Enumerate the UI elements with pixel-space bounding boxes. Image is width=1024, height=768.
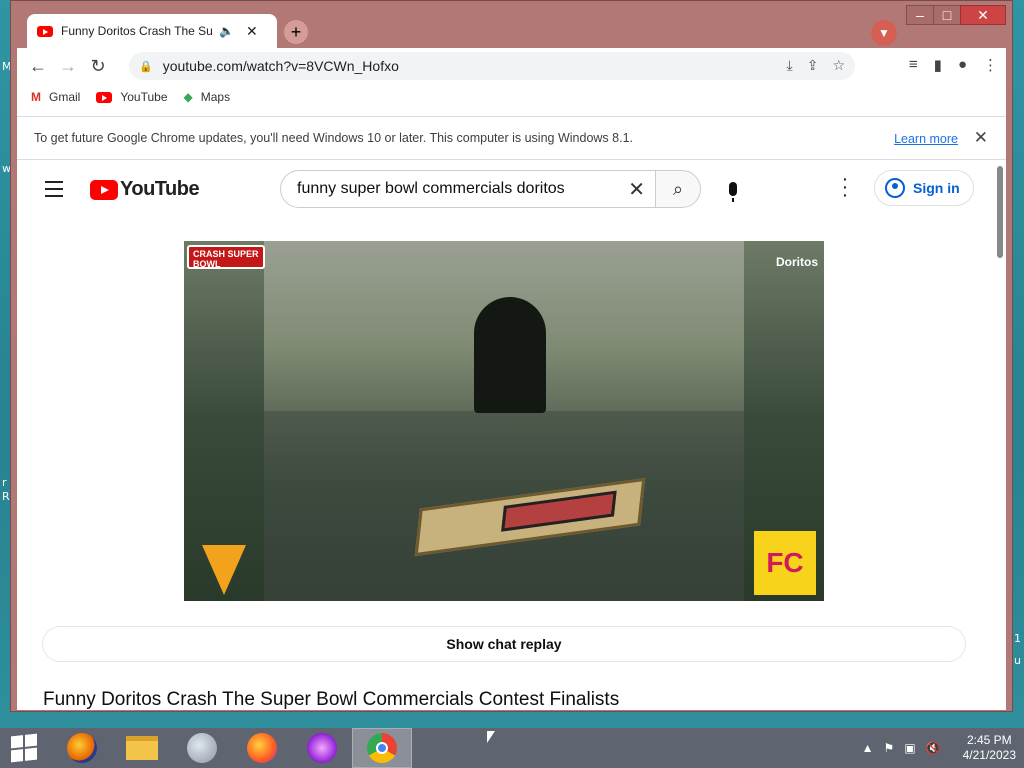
new-tab-button[interactable]: +	[284, 20, 308, 44]
bookmarks-bar: M Gmail YouTube ◆ Maps	[17, 86, 230, 108]
tab-close-icon[interactable]: ✕	[246, 23, 258, 40]
install-icon[interactable]: ⤓	[787, 57, 793, 74]
audio-playing-icon[interactable]: 🔈	[219, 24, 234, 38]
search-value[interactable]: funny super bowl commercials doritos	[297, 180, 565, 198]
bookmark-label: YouTube	[120, 90, 168, 104]
window-controls: – □ ✕	[906, 5, 1006, 25]
volume-muted-icon[interactable]: 🔇	[926, 741, 941, 755]
clock-date: 4/21/2023	[962, 748, 1016, 762]
crash-super-bowl-logo: CRASH SUPER BOWL	[187, 245, 265, 269]
firefox-alt-icon	[247, 733, 277, 763]
browser-tab[interactable]: Funny Doritos Crash The Super Bowl Comme…	[27, 14, 277, 48]
forward-arrow-icon[interactable]: →	[53, 51, 83, 81]
youtube-icon	[96, 91, 113, 103]
bookmark-maps[interactable]: ◆ Maps	[184, 90, 231, 104]
voice-search-button[interactable]	[719, 175, 747, 203]
chrome-window: – □ ✕ Funny Doritos Crash The Super Bowl…	[10, 0, 1013, 712]
bookmark-youtube[interactable]: YouTube	[96, 90, 168, 104]
network-icon[interactable]: ▣	[904, 741, 915, 755]
side-panel-icon[interactable]: ▮	[934, 56, 942, 74]
taskbar-mask-app[interactable]	[292, 728, 352, 768]
mouse-hole	[474, 297, 546, 413]
learn-more-link[interactable]: Learn more	[894, 132, 958, 146]
search-icon: ⌕	[672, 178, 684, 199]
trap-bar	[501, 490, 617, 532]
clock[interactable]: 2:45 PM 4/21/2023	[963, 733, 1016, 763]
desktop-icon-fragment[interactable]: R	[2, 490, 10, 503]
mask-icon	[307, 733, 337, 763]
taskbar: ▲ ⚑ ▣ 🔇 2:45 PM 4/21/2023	[0, 728, 1024, 768]
search-button[interactable]: ⌕	[655, 170, 701, 208]
bookmark-star-icon[interactable]: ☆	[832, 57, 845, 74]
maximize-button[interactable]: □	[933, 5, 961, 25]
thunderbird-icon	[187, 733, 217, 763]
maps-icon: ◆	[183, 90, 193, 104]
folder-icon	[126, 736, 158, 760]
show-chat-replay-button[interactable]: Show chat replay	[42, 626, 966, 662]
youtube-favicon-icon	[37, 25, 53, 37]
tab-search-button[interactable]: ▼	[871, 20, 897, 46]
youtube-page: YouTube funny super bowl commercials dor…	[17, 161, 1006, 710]
tab-title: Funny Doritos Crash The Super Bowl Comme…	[61, 24, 213, 38]
minimize-button[interactable]: –	[906, 5, 934, 25]
gmail-icon: M	[31, 90, 41, 104]
back-arrow-icon[interactable]: ←	[23, 51, 53, 81]
video-title: Funny Doritos Crash The Super Bowl Comme…	[43, 689, 620, 710]
omnibox-actions: ⤓ ⇪ ☆	[787, 57, 846, 74]
url-text[interactable]: youtube.com/watch?v=8VCWn_Hofxo	[163, 58, 399, 74]
reload-icon[interactable]: ↻	[83, 51, 113, 81]
taskbar-file-explorer[interactable]	[112, 728, 172, 768]
show-hidden-icons[interactable]: ▲	[862, 741, 874, 755]
mouse-cursor	[487, 731, 495, 743]
chrome-icon	[367, 733, 397, 763]
account-icon	[885, 178, 905, 198]
dorito-chip-icon	[202, 545, 246, 595]
youtube-logo-icon	[90, 179, 118, 200]
profile-icon[interactable]: ●	[958, 56, 967, 74]
page-scrollbar[interactable]	[997, 166, 1003, 258]
infobar-message: To get future Google Chrome updates, you…	[34, 131, 633, 145]
close-window-button[interactable]: ✕	[960, 5, 1006, 25]
sign-in-label: Sign in	[913, 180, 960, 196]
bookmark-label: Gmail	[49, 90, 81, 104]
media-control-icon[interactable]: ≡	[909, 56, 918, 74]
youtube-logo[interactable]: YouTube	[90, 178, 200, 201]
video-player[interactable]: CRASH SUPER BOWL Doritos FC	[184, 241, 824, 601]
microphone-icon	[729, 182, 737, 202]
share-icon[interactable]: ⇪	[807, 57, 819, 74]
doritos-logo: Doritos	[776, 255, 818, 269]
hamburger-menu-icon[interactable]	[45, 181, 63, 202]
firefox-icon	[67, 733, 97, 763]
chrome-menu-icon[interactable]: ⋮	[983, 56, 998, 74]
infobar-close-icon[interactable]: ✕	[974, 128, 988, 148]
system-tray: ▲ ⚑ ▣ 🔇 2:45 PM 4/21/2023	[862, 728, 1016, 768]
sign-in-button[interactable]: Sign in	[874, 170, 974, 206]
taskbar-firefox-alt[interactable]	[232, 728, 292, 768]
update-infobar: To get future Google Chrome updates, you…	[17, 116, 1006, 160]
toolbar-icons: ≡ ▮ ● ⋮	[909, 56, 998, 74]
search-input[interactable]: funny super bowl commercials doritos ✕	[280, 170, 656, 208]
clear-search-icon[interactable]: ✕	[628, 177, 645, 202]
bookmark-gmail[interactable]: M Gmail	[31, 90, 80, 104]
action-center-flag-icon[interactable]: ⚑	[884, 741, 895, 755]
desktop-icon-fragment[interactable]: 1	[1014, 632, 1021, 645]
taskbar-thunderbird[interactable]	[172, 728, 232, 768]
toolbar: ← → ↻ 🔒 youtube.com/watch?v=8VCWn_Hofxo …	[17, 48, 1006, 84]
desktop-icon-fragment[interactable]: r	[2, 476, 7, 489]
taskbar-firefox[interactable]	[52, 728, 112, 768]
lock-icon[interactable]: 🔒	[139, 60, 153, 73]
start-button[interactable]	[0, 728, 48, 768]
taskbar-chrome[interactable]	[352, 728, 412, 768]
bookmark-label: Maps	[200, 90, 231, 104]
youtube-logo-text: YouTube	[120, 178, 200, 200]
desktop-icon-fragment[interactable]: u	[1014, 654, 1021, 667]
browser-content: ← → ↻ 🔒 youtube.com/watch?v=8VCWn_Hofxo …	[17, 48, 1006, 710]
omnibox[interactable]: 🔒 youtube.com/watch?v=8VCWn_Hofxo ⤓ ⇪ ☆	[129, 52, 855, 80]
more-options-icon[interactable]: · · ·	[835, 169, 855, 205]
fc-logo: FC	[754, 531, 816, 595]
windows-logo-icon	[11, 733, 37, 763]
clock-time: 2:45 PM	[966, 733, 1012, 747]
